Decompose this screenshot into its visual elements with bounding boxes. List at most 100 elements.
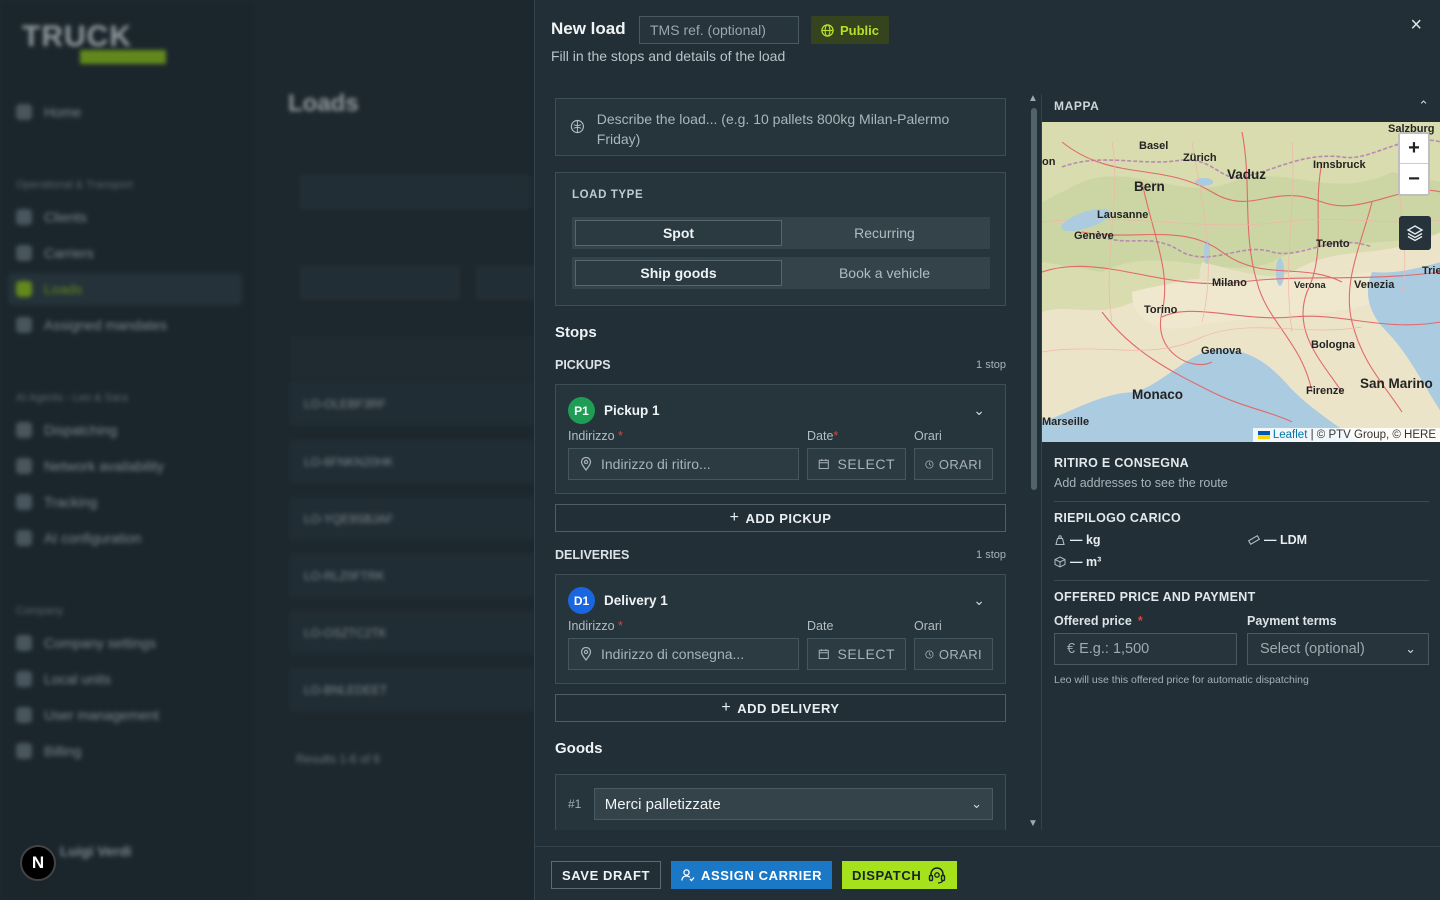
scroll-thumb[interactable] xyxy=(1031,108,1037,490)
option-ship-goods[interactable]: Ship goods xyxy=(575,260,782,286)
option-recurring[interactable]: Recurring xyxy=(782,220,987,246)
add-pickup-button[interactable]: + ADD PICKUP xyxy=(555,504,1006,532)
chevron-up-icon[interactable]: ⌃ xyxy=(1418,98,1429,114)
option-book-vehicle[interactable]: Book a vehicle xyxy=(782,260,987,286)
scroll-up-icon[interactable]: ▲ xyxy=(1028,93,1038,104)
pickup-title: Pickup 1 xyxy=(604,403,660,418)
sidebar-item-carriers[interactable]: Carriers xyxy=(16,245,94,261)
delivery-time-input[interactable]: ORARI xyxy=(914,638,993,670)
sidebar-item-mandates[interactable]: Assigned mandates xyxy=(16,317,167,333)
save-draft-button[interactable]: SAVE DRAFT xyxy=(551,861,662,889)
pickups-header: PICKUPS 1 stop xyxy=(555,358,1006,372)
clients-icon xyxy=(16,209,32,225)
assign-carrier-button[interactable]: ASSIGN CARRIER xyxy=(671,861,833,889)
route-caption: RITIRO E CONSEGNA xyxy=(1054,456,1189,470)
describe-load-input[interactable]: Describe the load... (e.g. 10 pallets 80… xyxy=(555,98,1006,156)
pickup-address-label: Indirizzo * xyxy=(568,429,623,443)
local-units-icon xyxy=(16,671,32,687)
pickup-time-input[interactable]: ORARI xyxy=(914,448,993,480)
table-row[interactable]: LO-6FNKN20HK xyxy=(290,440,535,484)
zoom-in-button[interactable]: + xyxy=(1400,134,1428,164)
option-spot[interactable]: Spot xyxy=(575,220,782,246)
offered-price-input[interactable]: € E.g.: 1,500 xyxy=(1054,633,1237,665)
drawer-footer: SAVE DRAFT ASSIGN CARRIER DISPATCH xyxy=(535,846,1440,900)
delivery-badge: D1 xyxy=(568,587,595,614)
delivery-card: D1 Delivery 1 ⌄ Indirizzo * Date Orari I… xyxy=(555,574,1006,684)
sidebar-item-home[interactable]: Home xyxy=(16,104,81,120)
divider xyxy=(1054,501,1429,502)
chevron-down-icon: ⌄ xyxy=(971,796,982,811)
table-row[interactable]: LO-BNLEDEET xyxy=(290,668,535,712)
load-type-caption: LOAD TYPE xyxy=(572,189,644,201)
pickup-date-label: Date* xyxy=(807,429,839,443)
sidebar-item-ai-config[interactable]: AI configuration xyxy=(16,530,141,546)
users-icon xyxy=(16,707,32,723)
layers-button[interactable] xyxy=(1399,216,1431,250)
tms-ref-input[interactable]: TMS ref. (optional) xyxy=(639,16,799,44)
sidebar-item-billing[interactable]: Billing xyxy=(16,743,81,759)
ruler-icon xyxy=(1248,535,1260,545)
map-city-label: on xyxy=(1042,156,1056,168)
layers-icon xyxy=(1406,225,1424,242)
sidebar-item-company-settings[interactable]: Company settings xyxy=(16,635,156,651)
goods-type-select[interactable]: Merci palletizzate ⌄ xyxy=(593,788,993,820)
table-row[interactable]: LO-OSZTC2TK xyxy=(290,611,535,655)
map-city-label: Verona xyxy=(1294,280,1326,291)
map-attribution: Leaflet | © PTV Group, © HERE xyxy=(1252,428,1440,442)
pickup-date-input[interactable]: SELECT xyxy=(807,448,906,480)
zoom-out-button[interactable]: − xyxy=(1400,164,1428,194)
leaflet-link[interactable]: Leaflet xyxy=(1273,429,1308,441)
table-row[interactable]: LO-RLZ0FTRK xyxy=(290,554,535,598)
sidebar-item-loads[interactable]: Loads xyxy=(16,281,82,297)
load-mode-segmented: Spot Recurring xyxy=(572,217,990,249)
map-zoom-control: + − xyxy=(1398,132,1430,196)
table-row[interactable]: LO-OLEBF3RF xyxy=(290,382,535,426)
summary-section: RIEPILOGO CARICO xyxy=(1054,511,1429,525)
close-icon[interactable]: × xyxy=(1410,14,1422,37)
sidebar-item-users[interactable]: User management xyxy=(16,707,159,723)
pickups-count: 1 stop xyxy=(976,359,1006,371)
goods-title: Goods xyxy=(555,740,603,757)
billing-icon xyxy=(16,743,32,759)
sidebar-item-tracking[interactable]: Tracking xyxy=(16,494,97,510)
payment-terms-select[interactable]: Select (optional) ⌄ xyxy=(1247,633,1429,665)
cube-icon xyxy=(1054,556,1066,568)
map-city-label: Innsbruck xyxy=(1313,159,1366,171)
sidebar-item-clients[interactable]: Clients xyxy=(16,209,87,225)
sidebar-item-dispatching[interactable]: Dispatching xyxy=(16,422,117,438)
add-delivery-button[interactable]: + ADD DELIVERY xyxy=(555,694,1006,722)
map-city-label: Bologna xyxy=(1311,339,1355,351)
delivery-address-input[interactable]: Indirizzo di consegna... xyxy=(568,638,799,670)
price-caption: OFFERED PRICE AND PAYMENT xyxy=(1054,590,1256,604)
summary-caption: RIEPILOGO CARICO xyxy=(1054,511,1182,525)
clock-icon xyxy=(925,649,934,659)
sidebar-item-network[interactable]: Network availability xyxy=(16,458,164,474)
table-row[interactable]: LO-YQE9SBJAF xyxy=(290,497,535,541)
chevron-down-icon[interactable]: ⌄ xyxy=(973,592,985,609)
status-filter[interactable] xyxy=(300,175,530,209)
delivery-date-input[interactable]: SELECT xyxy=(807,638,906,670)
form-scrollbar[interactable]: ▲ ▼ xyxy=(1028,93,1038,830)
map-view[interactable]: Salzburg Basel Zürich Vaduz Innsbruck Be… xyxy=(1042,122,1440,442)
table-header xyxy=(290,336,535,380)
summary-weight: — kg xyxy=(1054,533,1101,547)
sidebar-item-local-units[interactable]: Local units xyxy=(16,671,111,687)
avatar[interactable]: N xyxy=(20,845,56,881)
map-city-label: Monaco xyxy=(1132,387,1184,402)
ai-brain-icon xyxy=(570,119,584,134)
dispatch-button[interactable]: DISPATCH xyxy=(842,861,958,889)
mode-filter[interactable] xyxy=(476,266,536,300)
visibility-label: Public xyxy=(840,22,880,38)
load-type-filter[interactable] xyxy=(300,266,460,300)
nav-section-company: Company xyxy=(16,605,64,617)
app-logo: TRUCK xyxy=(22,20,166,64)
pickup-address-input[interactable]: Indirizzo di ritiro... xyxy=(568,448,799,480)
map-city-label: Genève xyxy=(1074,230,1114,242)
mandates-icon xyxy=(16,317,32,333)
pickup-card: P1 Pickup 1 ⌄ Indirizzo * Date* Orari In… xyxy=(555,384,1006,494)
chevron-down-icon[interactable]: ⌄ xyxy=(973,402,985,419)
scroll-down-icon[interactable]: ▼ xyxy=(1028,818,1038,829)
load-type-card: LOAD TYPE Spot Recurring Ship goods Book… xyxy=(555,172,1006,306)
visibility-toggle[interactable]: Public xyxy=(811,16,890,44)
calendar-icon xyxy=(818,459,829,470)
